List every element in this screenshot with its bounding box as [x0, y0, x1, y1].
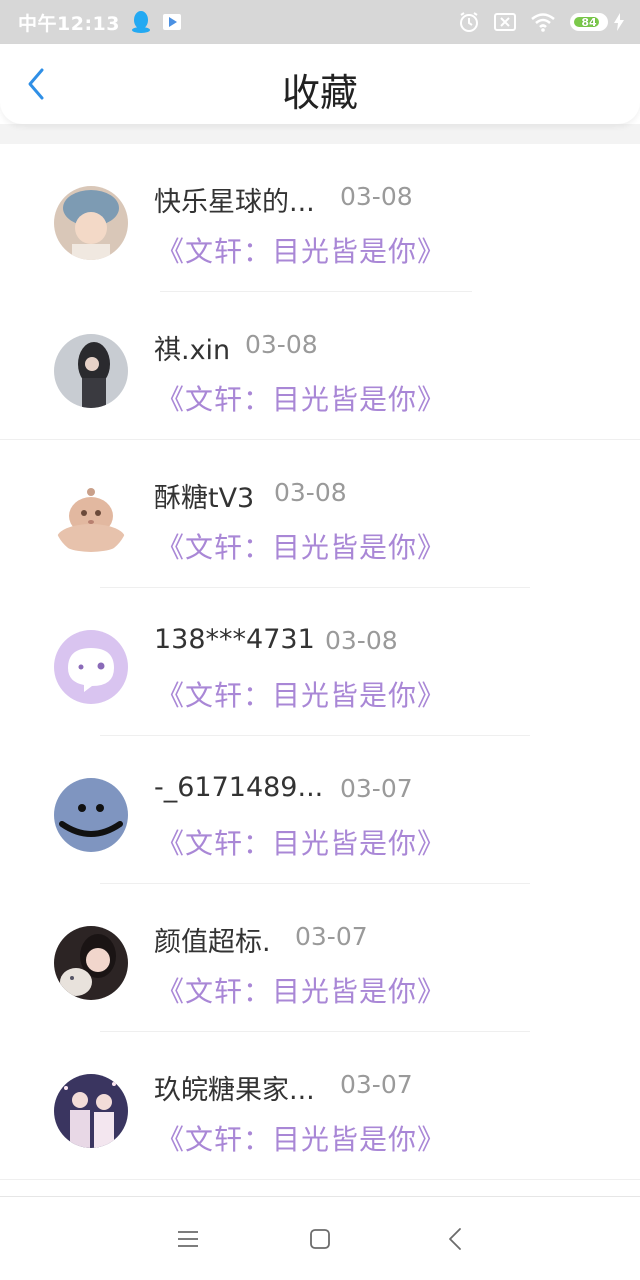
song-title: 《文轩：目光皆是你》 [156, 235, 447, 268]
menu-button[interactable] [168, 1223, 208, 1255]
user-name: 颜值超标. [154, 927, 271, 958]
date: 03-08 [340, 182, 413, 211]
page-title: 收藏 [281, 71, 358, 115]
status-time: 中午12:13 [18, 12, 120, 35]
status-bar: 中午12:13 84 [0, 0, 640, 44]
avatar[interactable] [54, 334, 128, 408]
list-item[interactable]: 酥糖tV3 03-08 《文轩：目光皆是你》 [0, 440, 640, 588]
avatar[interactable] [54, 482, 128, 556]
avatar[interactable] [54, 186, 128, 260]
song-title: 《文轩：目光皆是你》 [156, 383, 447, 416]
date: 03-08 [325, 626, 398, 655]
alarm-icon [458, 11, 480, 33]
avatar[interactable] [54, 630, 128, 704]
date: 03-07 [340, 774, 413, 803]
system-nav-bar [0, 1196, 640, 1280]
user-name: 138***4731 [154, 624, 315, 655]
date: 03-08 [245, 330, 318, 359]
list-item[interactable]: 玖皖糖果家... 03-07 《文轩：目光皆是你》 [0, 1032, 640, 1180]
list-item[interactable]: 138***4731 03-08 《文轩：目光皆是你》 [0, 588, 640, 736]
list-item[interactable]: -_6171489... 03-07 《文轩：目光皆是你》 [0, 736, 640, 884]
home-icon [310, 1229, 330, 1249]
song-title: 《文轩：目光皆是你》 [156, 827, 447, 860]
user-name: 酥糖tV3 [154, 483, 255, 514]
avatar[interactable] [54, 778, 128, 852]
user-name: -_6171489... [154, 772, 324, 803]
user-name: 快乐星球的... [154, 187, 315, 218]
list-item[interactable]: 颜值超标. 03-07 《文轩：目光皆是你》 [0, 884, 640, 1032]
sim-icon [494, 13, 516, 31]
charging-icon [614, 13, 624, 31]
battery-icon: 84 [570, 13, 608, 31]
list-item[interactable]: 祺.xin 03-08 《文轩：目光皆是你》 [0, 292, 640, 440]
song-title: 《文轩：目光皆是你》 [156, 679, 447, 712]
user-name: 祺.xin [154, 335, 231, 366]
play-store-icon [162, 13, 182, 31]
date: 03-08 [274, 478, 347, 507]
battery-percent: 84 [581, 15, 597, 29]
divider [0, 1179, 640, 1180]
date: 03-07 [340, 1070, 413, 1099]
screen: 中午12:13 84 收藏 快乐星球的... 03-08 《文轩：目光皆是你》 … [0, 0, 640, 1280]
list-item[interactable]: 快乐星球的... 03-08 《文轩：目光皆是你》 [0, 144, 640, 292]
song-title: 《文轩：目光皆是你》 [156, 531, 447, 564]
avatar[interactable] [54, 926, 128, 1000]
wifi-icon [530, 12, 556, 32]
user-name: 玖皖糖果家... [154, 1075, 315, 1106]
menu-icon [178, 1231, 198, 1247]
back-nav-button[interactable] [435, 1223, 475, 1255]
header-gap [0, 124, 640, 144]
home-button[interactable] [300, 1223, 340, 1255]
date: 03-07 [295, 922, 368, 951]
favorites-list: 快乐星球的... 03-08 《文轩：目光皆是你》 祺.xin 03-08 《文… [0, 144, 640, 1180]
avatar[interactable] [54, 1074, 128, 1148]
qq-icon [130, 10, 152, 34]
song-title: 《文轩：目光皆是你》 [156, 1123, 447, 1156]
header: 收藏 [0, 44, 640, 124]
back-icon [449, 1228, 461, 1250]
song-title: 《文轩：目光皆是你》 [156, 975, 447, 1008]
